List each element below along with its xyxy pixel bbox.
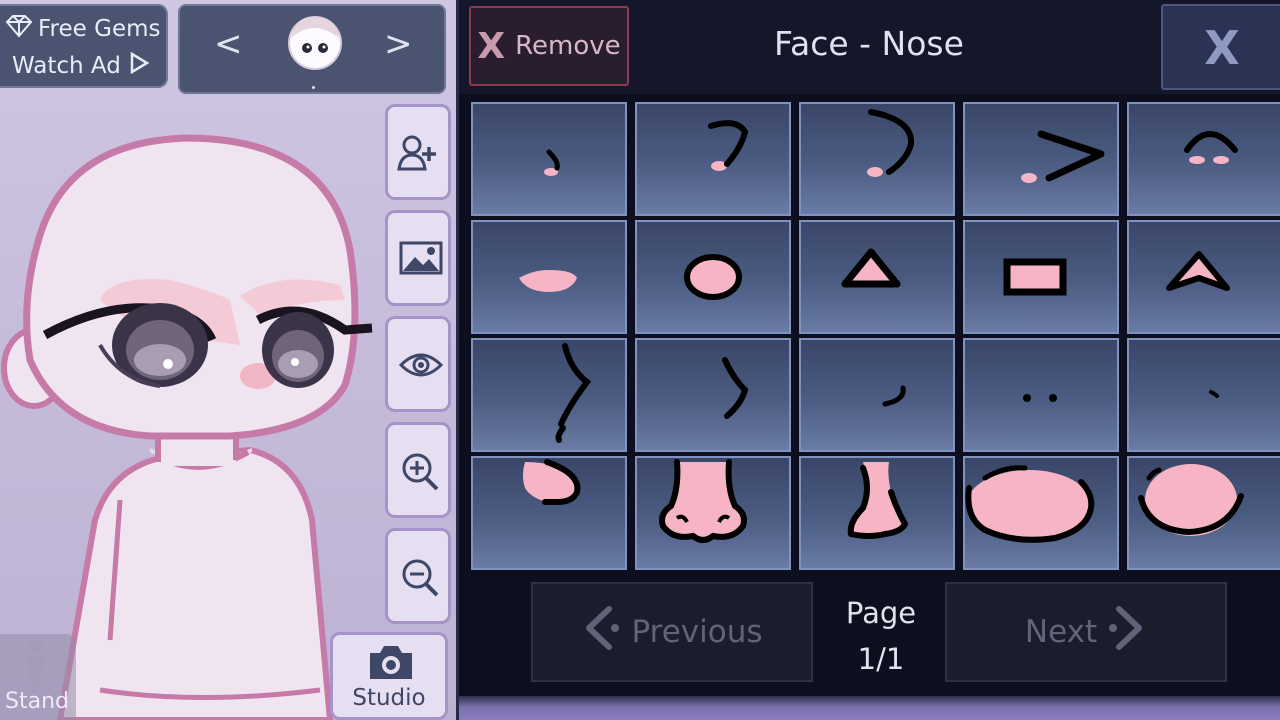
stand-pose-button[interactable]: Stand <box>0 634 76 720</box>
watch-ad-label: Watch Ad <box>12 53 121 79</box>
visibility-button[interactable] <box>385 316 451 412</box>
chevron-left-icon <box>581 605 621 659</box>
nose-two-dots-icon <box>1023 394 1057 402</box>
play-triangle-icon <box>129 51 150 80</box>
nose-option-wide-oval[interactable] <box>963 456 1119 570</box>
nose-option-single-dot[interactable] <box>1127 338 1280 452</box>
previous-character-arrow[interactable]: < <box>214 24 243 64</box>
nose-option-s-curve[interactable] <box>471 338 627 452</box>
nose-option-small-hook[interactable] <box>799 338 955 452</box>
nose-option-long-curve[interactable] <box>799 102 955 216</box>
nose-arch-icon <box>1184 131 1238 164</box>
nose-full-nose-icon <box>659 459 747 543</box>
nose-half-oval-icon <box>1138 464 1244 536</box>
nose-small-hook-icon <box>882 385 906 407</box>
nose-chevron-icon <box>1021 130 1105 183</box>
nose-option-short-s[interactable] <box>635 338 791 452</box>
nose-option-side-nose[interactable] <box>799 456 955 570</box>
nose-option-pink-oval[interactable] <box>471 220 627 334</box>
nose-option-arch[interactable] <box>1127 102 1280 216</box>
page-indicator-dot <box>312 86 315 89</box>
next-page-button[interactable]: Next <box>945 582 1227 682</box>
remove-button[interactable]: X Remove <box>469 6 629 86</box>
studio-button[interactable]: Studio <box>330 632 448 720</box>
face-options-panel: X Remove Face - Nose X Previous Page 1/1… <box>456 0 1280 720</box>
panel-bottom-bar <box>459 696 1280 720</box>
nose-s-curve-icon <box>555 343 592 443</box>
panel-header: X Remove Face - Nose X <box>459 0 1280 94</box>
nose-option-circle[interactable] <box>635 220 791 334</box>
nose-option-half-oval[interactable] <box>1127 456 1280 570</box>
nose-arrow-icon <box>1166 251 1230 291</box>
nose-single-dot-icon <box>1209 390 1219 398</box>
nose-option-arrow[interactable] <box>1127 220 1280 334</box>
nose-option-round-bulb[interactable] <box>471 456 627 570</box>
character-switcher: < > <box>178 4 446 94</box>
remove-x-icon: X <box>477 25 506 67</box>
pagination-footer: Previous Page 1/1 Next <box>459 578 1280 720</box>
background-button[interactable] <box>385 210 451 306</box>
page-value: 1/1 <box>857 642 905 676</box>
panel-title: Face - Nose <box>774 24 964 63</box>
nose-dot-curve-icon <box>544 149 560 176</box>
zoom-out-button[interactable] <box>385 528 451 624</box>
next-label: Next <box>1024 614 1098 650</box>
close-button[interactable]: X <box>1161 4 1280 90</box>
remove-label: Remove <box>515 31 621 61</box>
nose-circle-icon <box>684 254 742 300</box>
free-gems-label: Free Gems <box>38 16 161 42</box>
stand-label: Stand <box>5 689 69 714</box>
nose-long-curve-icon <box>867 109 915 177</box>
nose-option-rectangle[interactable] <box>963 220 1119 334</box>
add-character-button[interactable] <box>385 104 451 200</box>
nose-side-nose-icon <box>847 462 908 539</box>
studio-label: Studio <box>352 685 426 711</box>
character-scene: Free Gems Watch Ad < > Stand Studio <box>0 0 456 720</box>
character-head-thumbnail[interactable] <box>286 14 344 72</box>
nose-wide-oval-icon <box>965 465 1095 543</box>
zoom-in-button[interactable] <box>385 422 451 518</box>
free-gems-button[interactable]: Free Gems Watch Ad <box>0 4 168 88</box>
nose-option-hook[interactable] <box>635 102 791 216</box>
nose-rectangle-icon <box>1003 258 1067 296</box>
nose-triangle-icon <box>841 248 901 288</box>
nose-option-chevron[interactable] <box>963 102 1119 216</box>
nose-short-s-icon <box>722 357 749 419</box>
previous-page-button[interactable]: Previous <box>531 582 813 682</box>
nose-option-triangle[interactable] <box>799 220 955 334</box>
nose-round-bulb-icon <box>523 459 581 505</box>
nose-option-full-nose[interactable] <box>635 456 791 570</box>
nose-pink-oval-icon <box>519 270 577 292</box>
chevron-right-icon <box>1107 605 1147 659</box>
nose-option-dot-curve[interactable] <box>471 102 627 216</box>
nose-hook-icon <box>708 120 749 171</box>
page-word: Page <box>845 596 917 630</box>
diamond-icon <box>4 14 34 44</box>
previous-label: Previous <box>631 614 763 650</box>
page-indicator: Page 1/1 <box>831 590 931 682</box>
next-character-arrow[interactable]: > <box>384 24 413 64</box>
nose-option-two-dots[interactable] <box>963 338 1119 452</box>
